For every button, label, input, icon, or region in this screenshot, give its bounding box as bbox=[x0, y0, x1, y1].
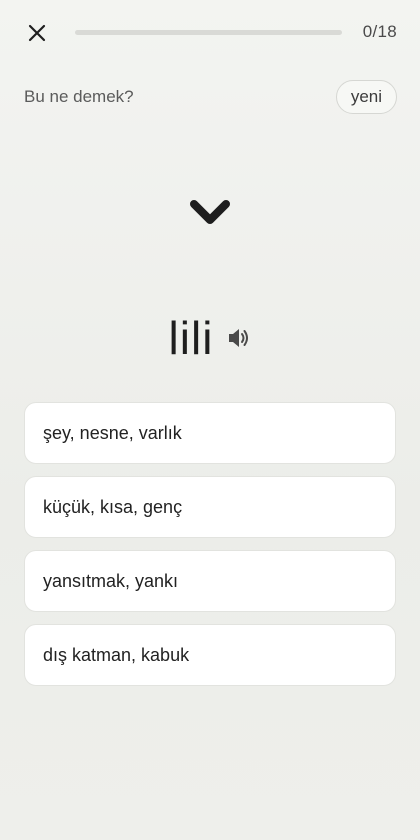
answer-option-1[interactable]: şey, nesne, varlık bbox=[24, 402, 396, 464]
answer-option-3[interactable]: yansıtmak, yankı bbox=[24, 550, 396, 612]
new-badge: yeni bbox=[335, 80, 397, 114]
answer-option-label: şey, nesne, varlık bbox=[43, 422, 182, 443]
target-word: lili bbox=[168, 312, 214, 364]
play-audio-button[interactable] bbox=[227, 327, 251, 349]
question-prompt: Bu ne demek? bbox=[24, 87, 134, 106]
progress-count: 0/18 bbox=[362, 22, 397, 41]
answer-option-label: küçük, kısa, genç bbox=[43, 496, 183, 517]
answer-option-2[interactable]: küçük, kısa, genç bbox=[24, 476, 396, 538]
answer-option-label: dış katman, kabuk bbox=[43, 644, 190, 665]
close-button[interactable] bbox=[22, 18, 52, 48]
answer-option-4[interactable]: dış katman, kabuk bbox=[24, 624, 396, 686]
progress-bar bbox=[75, 30, 342, 35]
chevron-down-icon[interactable] bbox=[188, 196, 232, 230]
word-row: lili bbox=[0, 308, 420, 368]
answer-options: şey, nesne, varlık küçük, kısa, genç yan… bbox=[24, 402, 396, 698]
quiz-screen: 0/18 Bu ne demek? yeni lili şey, nesne, … bbox=[0, 0, 420, 840]
close-icon bbox=[28, 24, 46, 42]
speaker-icon bbox=[229, 329, 249, 347]
answer-option-label: yansıtmak, yankı bbox=[43, 570, 179, 591]
